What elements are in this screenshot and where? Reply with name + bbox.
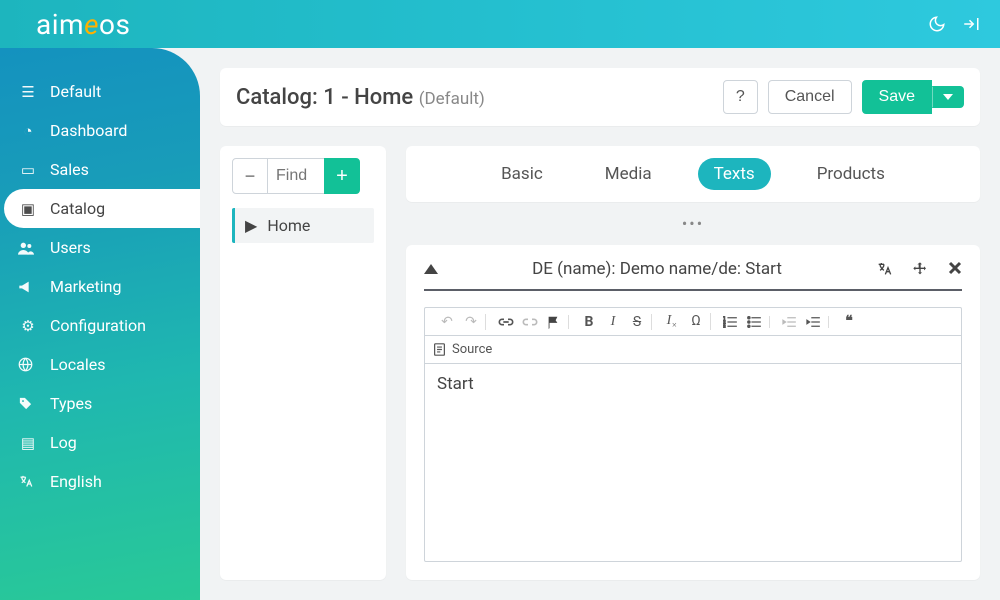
- tree-expand-icon[interactable]: ▶: [245, 216, 257, 235]
- sidebar-item-users[interactable]: Users: [0, 228, 200, 267]
- tree-collapse-button[interactable]: −: [232, 158, 268, 194]
- bold-icon[interactable]: B: [581, 314, 597, 330]
- redo-icon[interactable]: ↷: [463, 314, 479, 330]
- page-title-main: 1 - Home: [323, 85, 413, 110]
- sidebar-item-label: Marketing: [50, 277, 121, 296]
- rich-text-editor: ↶ ↷: [424, 307, 962, 562]
- panel-collapse-icon[interactable]: [424, 264, 438, 274]
- tag-icon: [18, 396, 38, 411]
- move-icon[interactable]: [912, 261, 928, 277]
- page-title-prefix: Catalog:: [236, 85, 318, 110]
- numbered-list-icon[interactable]: 123: [723, 316, 739, 328]
- sidebar-item-default[interactable]: ☰ Default: [0, 72, 200, 111]
- sidebar-item-label: Sales: [50, 160, 89, 179]
- sidebar-item-label: Catalog: [50, 199, 105, 218]
- sidebar-item-label: Log: [50, 433, 77, 452]
- special-char-icon[interactable]: Ω: [688, 313, 704, 329]
- help-button[interactable]: ?: [723, 80, 758, 114]
- tree-item-home[interactable]: ▶ Home: [232, 208, 374, 243]
- tab-basic[interactable]: Basic: [485, 158, 559, 190]
- clipboard-icon: ▤: [18, 434, 38, 452]
- brand-accent: e: [84, 8, 99, 41]
- sidebar-item-label: English: [50, 472, 102, 491]
- language-icon: [18, 474, 38, 489]
- sidebar-item-label: Locales: [50, 355, 105, 374]
- cancel-button[interactable]: Cancel: [768, 80, 852, 114]
- cash-icon: ▭: [18, 161, 38, 179]
- editor-content-area[interactable]: Start: [425, 364, 961, 561]
- sidebar-item-log[interactable]: ▤ Log: [0, 423, 200, 462]
- sidebar-item-catalog[interactable]: ▣ Catalog: [4, 189, 200, 228]
- sidebar-item-label: Users: [50, 238, 91, 257]
- editor-heading: DE (name): Demo name/de: Start: [438, 259, 876, 279]
- topbar: aimeos: [0, 0, 1000, 48]
- dark-mode-icon[interactable]: [928, 15, 946, 33]
- gauge-icon: ◔: [18, 122, 38, 140]
- sidebar-item-configuration[interactable]: ⚙ Configuration: [0, 306, 200, 345]
- tree-add-button[interactable]: +: [324, 158, 360, 194]
- tab-media[interactable]: Media: [589, 158, 668, 190]
- svg-text:3: 3: [723, 325, 726, 328]
- bullhorn-icon: [18, 280, 38, 294]
- save-dropdown-button[interactable]: [932, 86, 964, 108]
- sidebar: ☰ Default ◔ Dashboard ▭ Sales ▣ Catalog …: [0, 48, 200, 600]
- sidebar-item-label: Default: [50, 82, 101, 101]
- source-icon[interactable]: [433, 343, 446, 356]
- main-content: Catalog: 1 - Home (Default) ? Cancel Sav…: [200, 48, 1000, 600]
- sidebar-item-marketing[interactable]: Marketing: [0, 267, 200, 306]
- tab-bar: Basic Media Texts Products: [406, 146, 980, 202]
- blockquote-icon[interactable]: ❝: [841, 313, 857, 330]
- translate-icon[interactable]: [876, 261, 892, 277]
- page-header: Catalog: 1 - Home (Default) ? Cancel Sav…: [220, 68, 980, 126]
- strike-icon[interactable]: S: [629, 314, 645, 330]
- indent-icon[interactable]: [806, 316, 822, 328]
- globe-icon: [18, 357, 38, 372]
- link-icon[interactable]: [498, 316, 514, 328]
- more-options-handle[interactable]: •••: [406, 214, 980, 233]
- brand-text: os: [99, 8, 130, 41]
- sidebar-item-label: Dashboard: [50, 121, 127, 140]
- sidebar-item-label: Types: [50, 394, 92, 413]
- users-icon: [18, 241, 38, 255]
- page-title-suffix: (Default): [419, 89, 485, 109]
- bullet-list-icon[interactable]: [747, 316, 763, 328]
- book-icon: ▣: [18, 200, 38, 218]
- text-editor-panel: DE (name): Demo name/de: Start: [406, 245, 980, 580]
- undo-icon[interactable]: ↶: [439, 314, 455, 330]
- server-icon: ☰: [18, 83, 38, 101]
- sidebar-item-sales[interactable]: ▭ Sales: [0, 150, 200, 189]
- close-icon[interactable]: [948, 261, 962, 277]
- logout-icon[interactable]: [962, 15, 980, 33]
- remove-format-icon[interactable]: I×: [664, 313, 680, 330]
- sidebar-item-label: Configuration: [50, 316, 146, 335]
- brand-text: aim: [36, 8, 84, 41]
- sidebar-item-language[interactable]: English: [0, 462, 200, 501]
- gear-icon: ⚙: [18, 317, 38, 335]
- tree-find-input[interactable]: [268, 158, 324, 194]
- italic-icon[interactable]: I: [605, 314, 621, 330]
- page-title: Catalog: 1 - Home (Default): [236, 85, 485, 110]
- tree-item-label: Home: [267, 216, 310, 235]
- category-tree-panel: − + ▶ Home: [220, 146, 386, 580]
- tab-products[interactable]: Products: [801, 158, 901, 190]
- outdent-icon[interactable]: [782, 316, 798, 328]
- anchor-flag-icon[interactable]: [546, 315, 562, 329]
- save-button[interactable]: Save: [862, 80, 932, 114]
- source-button[interactable]: Source: [452, 342, 492, 357]
- brand-logo: aimeos: [36, 8, 130, 41]
- unlink-icon[interactable]: [522, 316, 538, 328]
- editor-toolbar: ↶ ↷: [425, 308, 961, 336]
- tab-texts[interactable]: Texts: [698, 158, 771, 190]
- sidebar-item-dashboard[interactable]: ◔ Dashboard: [0, 111, 200, 150]
- sidebar-item-locales[interactable]: Locales: [0, 345, 200, 384]
- sidebar-item-types[interactable]: Types: [0, 384, 200, 423]
